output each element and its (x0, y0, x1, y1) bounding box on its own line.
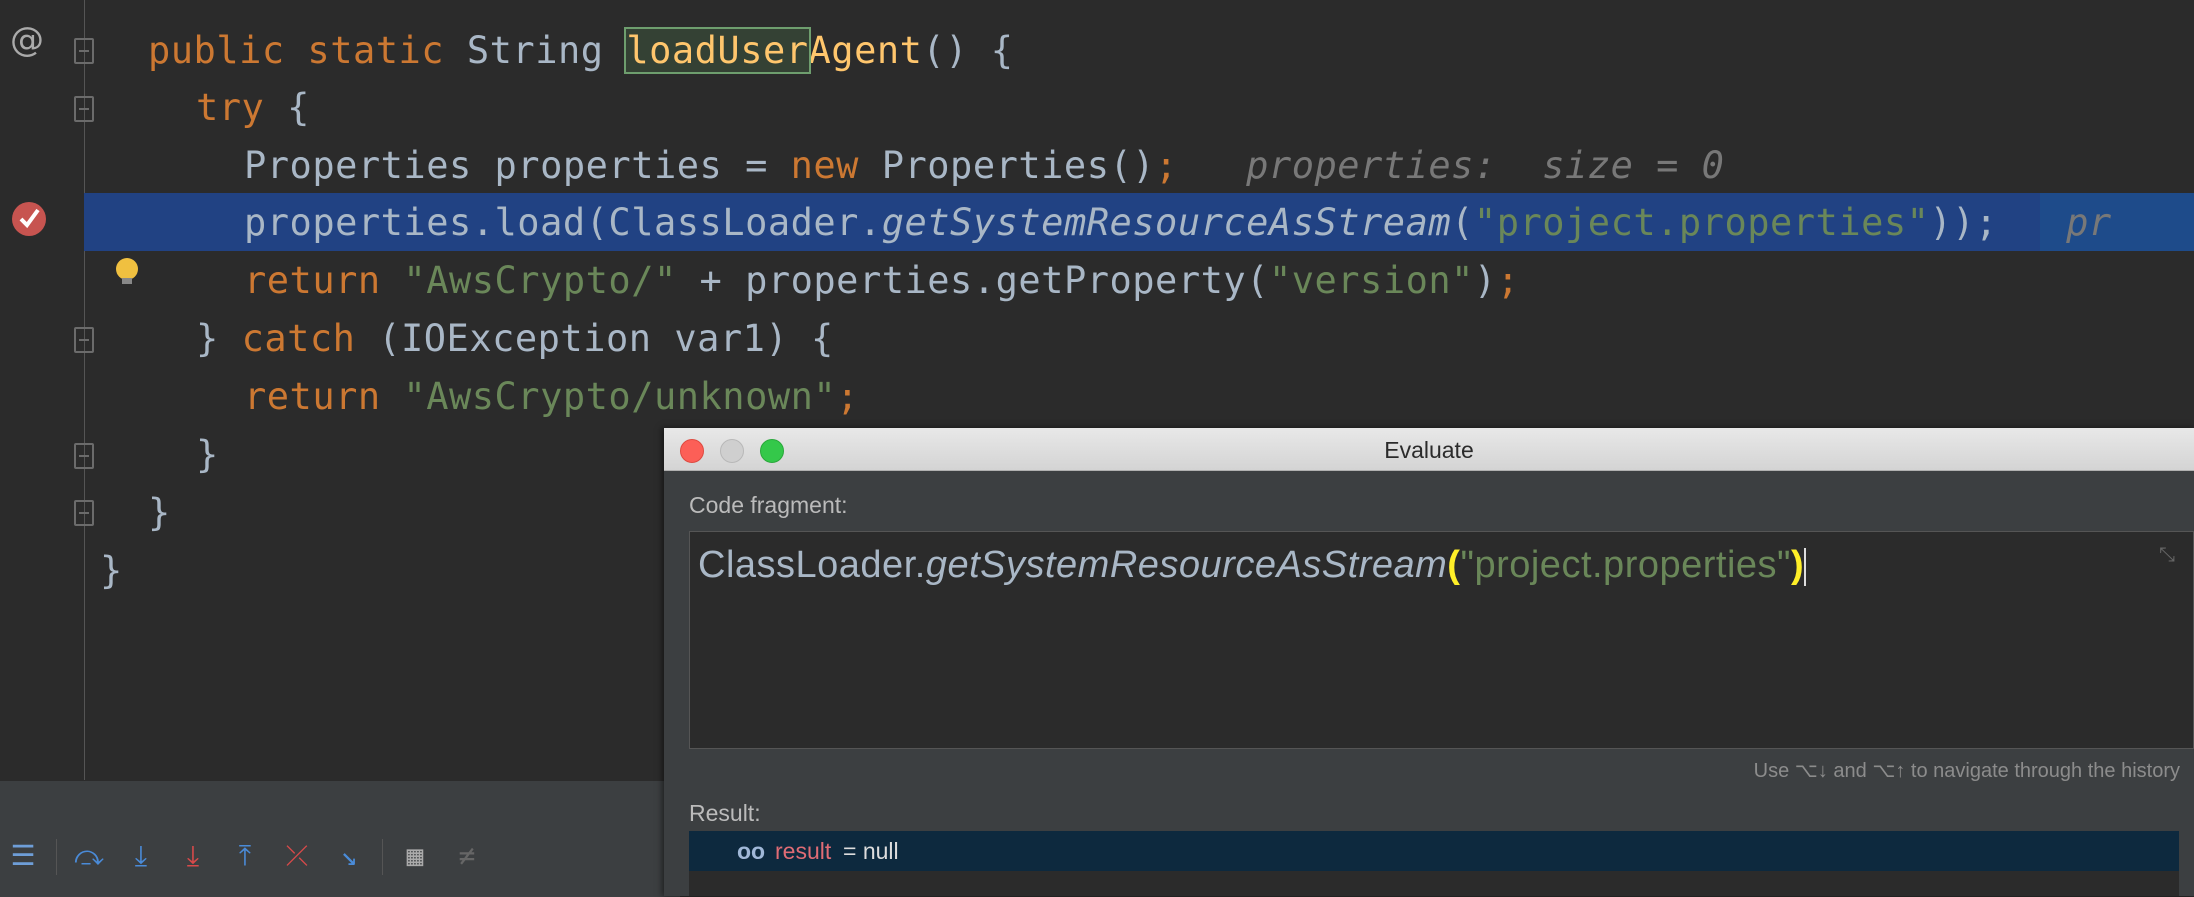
statement: properties.load(ClassLoader. (244, 201, 882, 244)
return-type: String (444, 29, 627, 72)
code-fragment-text: ClassLoader.getSystemResourceAsStream("p… (698, 542, 1807, 588)
debugger-toolbar: ☰ ⤼ ⤓ ⤓ ⤒ ⤫ ↘ ▦ ≠ (0, 780, 680, 897)
evaluate-dialog: Evaluate Code fragment: ClassLoader.getS… (664, 428, 2194, 896)
code-fragment-label: Code fragment: (689, 492, 848, 518)
collapse-icon[interactable]: ⤡ (2159, 544, 2175, 567)
code-line-3: Properties properties = new Properties()… (244, 143, 1724, 189)
static-call: getSystemResourceAsStream (925, 544, 1448, 586)
text-cursor (1804, 547, 1807, 586)
code-line-9: } (148, 491, 171, 534)
brace: } (196, 317, 242, 360)
keyword: public static (148, 29, 445, 72)
code-line-2: try { (196, 85, 310, 131)
run-to-cursor-icon[interactable]: ↘ (334, 841, 364, 871)
code-line-6: } catch (IOException var1) { (196, 316, 834, 362)
string-literal: "version" (1268, 259, 1474, 302)
history-hint: Use ⌥↓ and ⌥↑ to navigate through the hi… (1753, 760, 2180, 782)
paren-open: ( (1447, 544, 1461, 586)
code-fragment-input[interactable]: ClassLoader.getSystemResourceAsStream("p… (689, 531, 2194, 749)
string-literal: "AwsCrypto/" (380, 259, 677, 302)
keyword: return (244, 259, 381, 302)
drop-frame-icon[interactable]: ⤫ (282, 841, 312, 871)
result-area (689, 871, 2179, 896)
result-value: = null (843, 838, 899, 864)
string-literal: "project.properties" (1473, 201, 1930, 244)
inline-debug-value: properties: size = 0 (1246, 144, 1725, 187)
watch-icon: oo (737, 838, 766, 864)
keyword: new (790, 144, 859, 187)
constructor-call: Properties() (858, 144, 1156, 187)
code-line-7: return "AwsCrypto/unknown"; (244, 374, 859, 420)
fold-icon[interactable] (74, 443, 94, 469)
result-label: Result: (689, 800, 761, 826)
brace: { (264, 86, 310, 129)
class-ref: ClassLoader. (698, 544, 926, 586)
code-line-10: } (100, 549, 123, 592)
trace-icon[interactable]: ≠ (452, 841, 482, 871)
method-name-match: loadUser (624, 27, 811, 74)
fold-icon[interactable] (74, 500, 94, 526)
result-row[interactable]: oo result = null (689, 831, 2179, 871)
step-out-icon[interactable]: ⤒ (230, 841, 260, 871)
paren: )); (1929, 201, 1998, 244)
code-line-4: properties.load(ClassLoader.getSystemRes… (244, 200, 2112, 246)
method-name: Agent (808, 29, 923, 72)
keyword: return (244, 375, 381, 418)
paren: ) (1473, 259, 1497, 302)
string-literal: "AwsCrypto/unknown" (380, 375, 837, 418)
static-call: getSystemResourceAsStream (881, 201, 1452, 244)
fold-icon[interactable] (74, 38, 94, 64)
toolbar-divider (382, 839, 383, 875)
keyword: try (196, 86, 265, 129)
statement: Properties properties = (244, 144, 791, 187)
override-marker-icon[interactable]: @ (10, 20, 44, 60)
keyword: catch (241, 317, 356, 360)
semicolon: ; (836, 375, 859, 418)
inline-debug-value: pr (2066, 201, 2112, 244)
toolbar-divider (56, 839, 57, 875)
code-line-1: public static String loadUserAgent() { (148, 27, 1014, 74)
force-step-into-icon[interactable]: ⤓ (178, 841, 208, 871)
code-line-8: } (196, 433, 219, 476)
dialog-title: Evaluate (1384, 437, 1474, 463)
breakpoint-icon[interactable] (12, 202, 46, 236)
lightbulb-icon[interactable] (116, 258, 138, 284)
catch-clause: (IOException var1) { (355, 317, 834, 360)
paren-close: ) (1791, 544, 1805, 586)
paren: ( (1451, 201, 1474, 244)
evaluate-icon[interactable]: ▦ (400, 841, 430, 871)
step-into-icon[interactable]: ⤓ (126, 841, 156, 871)
fold-icon[interactable] (74, 327, 94, 353)
dialog-titlebar[interactable]: Evaluate (664, 428, 2194, 471)
list-icon[interactable]: ☰ (8, 841, 38, 871)
step-over-icon[interactable]: ⤼ (74, 841, 104, 871)
code-line-5: return "AwsCrypto/" + properties.getProp… (244, 258, 1519, 304)
semicolon: ; (1496, 259, 1520, 302)
fold-icon[interactable] (74, 96, 94, 122)
semicolon: ; (1155, 144, 1178, 187)
result-name: result (775, 838, 832, 864)
expression: + properties.getProperty( (676, 259, 1269, 302)
string-literal: "project.properties" (1460, 544, 1792, 586)
method-signature: () { (922, 29, 1014, 72)
